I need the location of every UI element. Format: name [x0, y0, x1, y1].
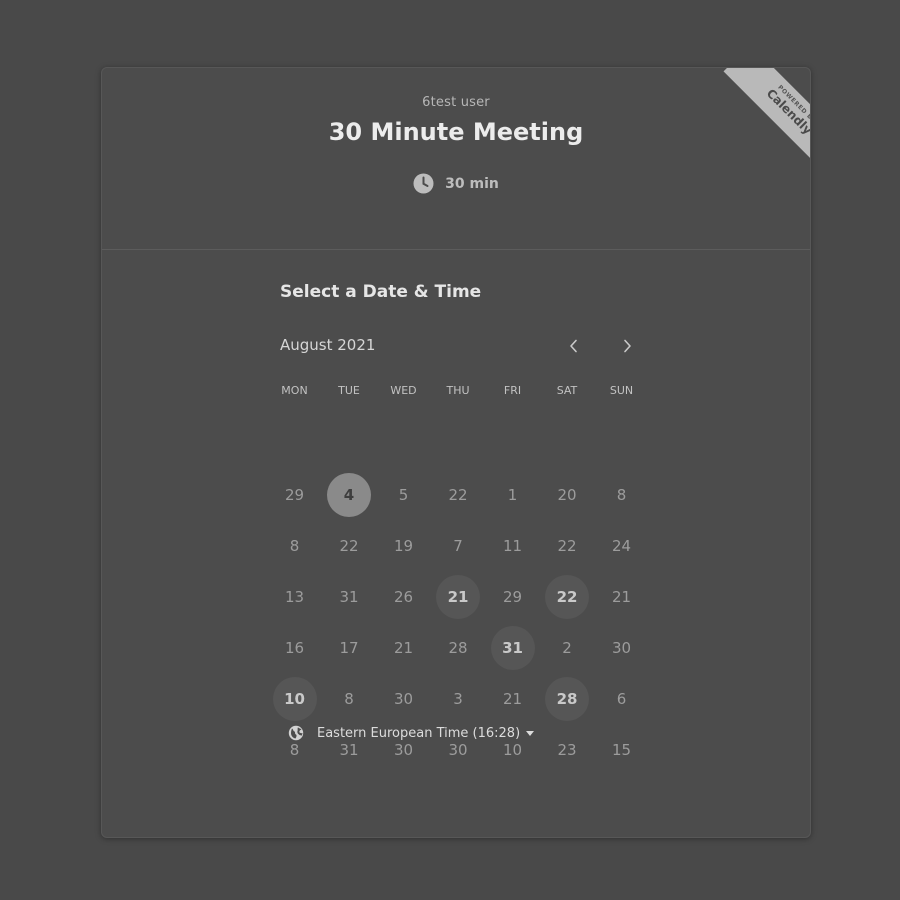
calendar-day-available[interactable]: 31 — [490, 626, 535, 670]
calendar-day: 22 — [557, 537, 577, 555]
weekday-mon: MON — [281, 384, 308, 397]
duration-label: 30 min — [445, 175, 499, 192]
calendar-day: 21 — [502, 690, 523, 708]
previous-month-button[interactable] — [560, 332, 588, 360]
calendar-day: 1 — [507, 486, 518, 504]
calendar-day: 8 — [344, 690, 354, 708]
calendar-day: 31 — [339, 588, 359, 606]
chevron-right-icon — [624, 339, 631, 353]
weekday-thu: THU — [446, 384, 470, 397]
calendar-day: 2 — [562, 639, 572, 657]
event-duration: 30 min — [102, 173, 810, 194]
calendar-day-available[interactable]: 10 — [272, 677, 317, 721]
calendar-day: 20 — [557, 486, 577, 504]
calendar-day: 22 — [339, 537, 359, 555]
calendar-day: 24 — [611, 537, 632, 555]
weekday-fri: FRI — [503, 384, 522, 397]
calendar-day: 21 — [611, 588, 632, 606]
calendar-day: 29 — [502, 588, 523, 606]
calendar-day: 11 — [502, 537, 523, 555]
calendar-day: 29 — [284, 486, 305, 504]
calendar-day: 30 — [611, 639, 632, 657]
next-month-button[interactable] — [613, 332, 641, 360]
calendar-day: 15 — [611, 741, 632, 759]
calendar-day: 17 — [339, 639, 359, 657]
weekday-tue: TUE — [338, 384, 360, 397]
timezone-selector[interactable]: Eastern European Time (16:28) — [288, 725, 547, 741]
calendar-day-available[interactable]: 28 — [545, 677, 589, 721]
timezone-label: Eastern European Time (16:28) — [317, 725, 521, 741]
calendar-day-selected[interactable]: 4 — [327, 473, 371, 517]
calendar-day: 23 — [557, 741, 577, 759]
calendar-day: 28 — [448, 639, 468, 657]
calendar-day: 30 — [393, 690, 414, 708]
caret-down-icon — [526, 730, 535, 736]
calendar-day-available[interactable]: 21 — [436, 575, 480, 619]
section-title: Select a Date & Time — [280, 282, 482, 302]
chevron-left-icon — [570, 339, 577, 353]
weekday-wed: WED — [390, 384, 417, 397]
calendar-day: 16 — [284, 639, 305, 657]
globe-icon — [288, 725, 304, 741]
calendar-day-available[interactable]: 22 — [545, 575, 589, 619]
calendar-day: 5 — [398, 486, 409, 504]
calendar-day: 13 — [284, 588, 305, 606]
calendar-day: 3 — [453, 690, 463, 708]
calendar-day: 22 — [448, 486, 468, 504]
calendar-day: 6 — [616, 690, 627, 708]
month-label: August 2021 — [280, 336, 376, 354]
calendar-grid: 29 4 5 22 1 20 8 8 22 19 7 11 22 24 13 31 26 21 29 22 21 16 17… — [267, 398, 651, 759]
calendar-day: 7 — [453, 537, 463, 555]
calendar-day: 8 — [289, 537, 300, 555]
booking-card: 6test user 30 Minute Meeting 30 min POWE… — [101, 67, 811, 838]
weekday-sat: SAT — [556, 384, 578, 397]
powered-by-calendly-badge[interactable]: POWERED BY Calendly — [701, 68, 810, 167]
weekday-sun: SUN — [609, 384, 634, 397]
calendar-day: 21 — [393, 639, 414, 657]
calendar-day: 8 — [616, 486, 627, 504]
calendar-day: 26 — [393, 588, 414, 606]
calendar-day: 19 — [393, 537, 414, 555]
clock-icon — [413, 173, 434, 194]
